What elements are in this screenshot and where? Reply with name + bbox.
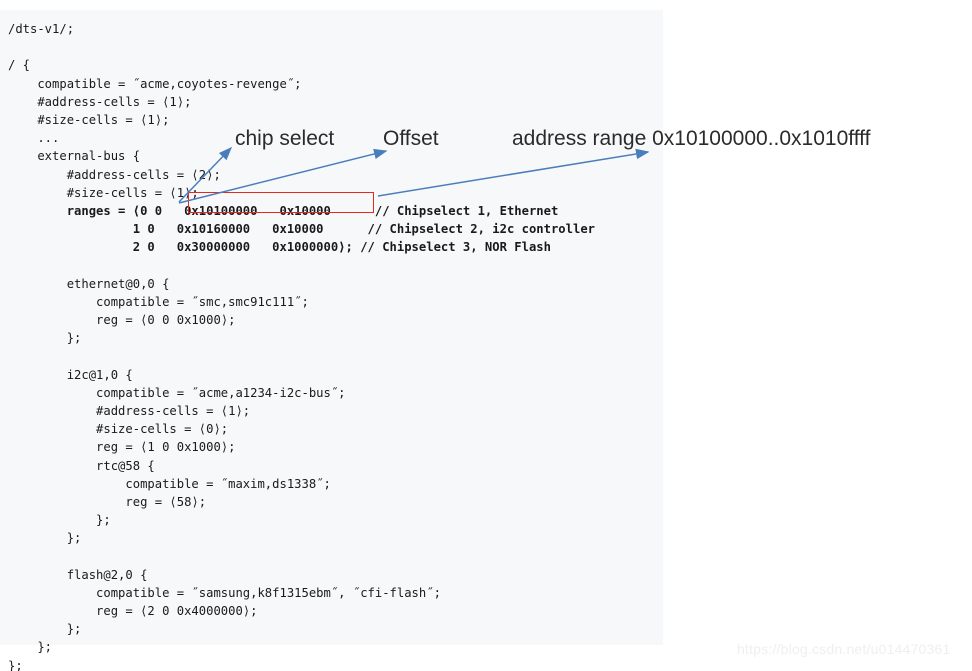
annotation-offset: Offset <box>383 127 439 150</box>
watermark: https://blog.csdn.net/u014470361 <box>737 641 951 657</box>
code-line: #address-cells = ⟨1⟩; <box>8 94 192 109</box>
code-line: external-bus { <box>8 149 141 164</box>
code-line: compatible = ˝smc,smc91c111˝; <box>8 294 309 309</box>
code-line: compatible = ˝acme,coyotes-revenge˝; <box>8 76 302 91</box>
code-line: #size-cells = ⟨0⟩; <box>8 422 229 437</box>
annotation-chip-select: chip select <box>235 127 335 150</box>
code-line: }; <box>8 531 82 546</box>
code-line: }; <box>8 622 82 637</box>
code-line: compatible = ˝acme,a1234-i2c-bus˝; <box>8 385 346 400</box>
code-line: reg = ⟨2 0 0x4000000⟩; <box>8 604 258 618</box>
code-line: }; <box>8 331 82 346</box>
code-line: compatible = ˝maxim,ds1338˝; <box>8 476 331 491</box>
code-line: }; <box>8 640 53 655</box>
code-line: #size-cells = ⟨1⟩; <box>8 185 199 200</box>
code-line: reg = ⟨1 0 0x1000⟩; <box>8 440 236 455</box>
code-line: i2c@1,0 { <box>8 367 133 382</box>
code-line: ethernet@0,0 { <box>8 276 170 291</box>
code-line: }; <box>8 513 111 528</box>
code-line: compatible = ˝samsung,k8f1315ebm˝, ˝cfi-… <box>8 585 441 600</box>
code-block: /dts-v1/; / { compatible = ˝acme,coyotes… <box>0 10 663 671</box>
code-line: }; <box>8 658 23 671</box>
code-listing[interactable]: /dts-v1/; / { compatible = ˝acme,coyotes… <box>0 20 663 671</box>
code-line: ranges = ⟨0 0 0x10100000 0x10000 // Chip… <box>8 203 559 218</box>
annotation-address-range: address range 0x10100000..0x1010ffff <box>512 127 871 150</box>
code-line: 1 0 0x10160000 0x10000 // Chipselect 2, … <box>8 222 595 237</box>
code-line: 2 0 0x30000000 0x1000000⟩; // Chipselect… <box>8 240 551 255</box>
code-line: reg = ⟨0 0 0x1000⟩; <box>8 313 236 327</box>
code-line: /dts-v1/; <box>8 22 75 36</box>
code-line: #address-cells = ⟨1⟩; <box>8 403 251 418</box>
code-line: / { <box>8 58 31 73</box>
code-line: flash@2,0 { <box>8 567 148 582</box>
code-line: rtc@58 { <box>8 458 155 473</box>
code-line: reg = ⟨58⟩; <box>8 494 207 509</box>
code-line: #address-cells = ⟨2⟩; <box>8 167 221 182</box>
